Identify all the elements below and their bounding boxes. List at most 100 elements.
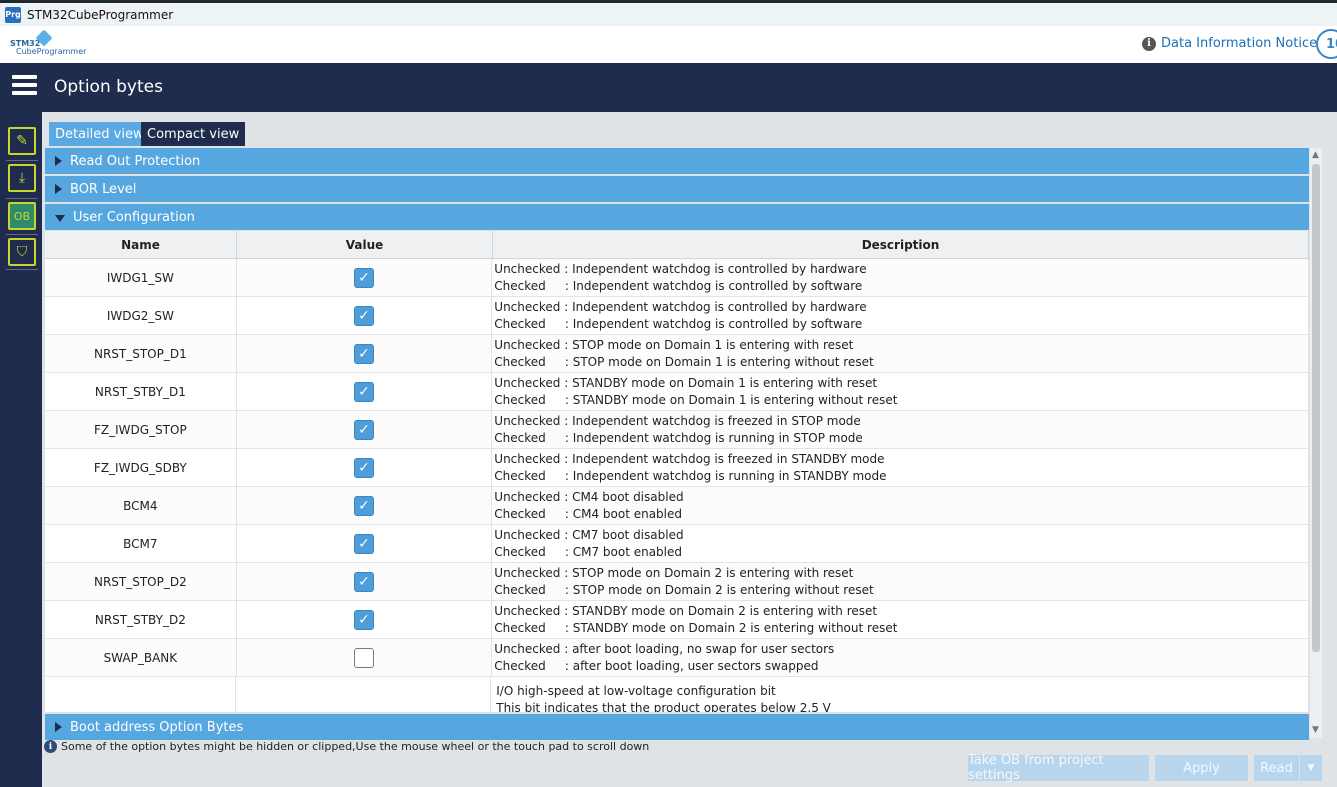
option-description: Unchecked : Independent watchdog is free…	[492, 411, 1309, 448]
option-checkbox[interactable]: ✓	[354, 571, 374, 592]
option-checkbox[interactable]: ✓	[354, 381, 374, 402]
read-button[interactable]: Read	[1254, 755, 1299, 781]
checkmark-icon: ✓	[358, 383, 370, 400]
value-cell: ✓	[237, 449, 493, 486]
take-ob-from-project-settings-button[interactable]: Take OB from project settings	[968, 753, 1149, 783]
logo-text-cubeprogrammer: CubeProgrammer	[16, 47, 87, 56]
window-title: STM32CubeProgrammer	[27, 7, 174, 22]
hamburger-menu-icon[interactable]	[12, 75, 37, 97]
description-line-checked: This bit indicates that the product oper…	[496, 701, 831, 712]
value-cell: ✓	[237, 335, 493, 372]
option-name: IWDG2_SW	[45, 297, 237, 334]
option-name: BCM4	[45, 487, 237, 524]
description-line-unchecked: Unchecked : STANDBY mode on Domain 2 is …	[494, 603, 878, 618]
value-cell: ✓	[237, 563, 493, 600]
section-label: BOR Level	[70, 181, 137, 197]
checkmark-icon: ✓	[358, 497, 370, 514]
description-line-checked: Checked : STOP mode on Domain 1 is enter…	[494, 354, 874, 369]
option-checkbox[interactable]: ✓	[354, 267, 374, 288]
option-checkbox[interactable]: ✓	[354, 305, 374, 326]
value-cell: ✓	[237, 411, 493, 448]
option-name: NRST_STOP_D1	[45, 335, 237, 372]
description-line-checked: Checked : Independent watchdog is contro…	[494, 278, 863, 293]
scroll-hint: i Some of the option bytes might be hidd…	[44, 740, 649, 753]
table-row: NRST_STBY_D2 ✓ Unchecked : STANDBY mode on…	[45, 601, 1309, 639]
scroll-down-icon[interactable]: ▼	[1312, 725, 1319, 735]
sidebar-divider	[6, 269, 38, 270]
checkmark-icon: ✓	[358, 573, 370, 590]
description-line-unchecked: I/O high-speed at low-voltage configurat…	[496, 684, 776, 698]
description-line-checked: Checked : STANDBY mode on Domain 1 is en…	[494, 392, 898, 407]
value-cell	[236, 677, 492, 712]
left-sidebar: ✎ ⤓ OB ⛉	[0, 112, 42, 787]
description-line-checked: Checked : Independent watchdog is runnin…	[494, 468, 887, 483]
option-description: Unchecked : STANDBY mode on Domain 1 is …	[492, 373, 1309, 410]
value-cell: ✓	[237, 487, 493, 524]
option-description: Unchecked : Independent watchdog is cont…	[492, 297, 1309, 334]
checkmark-icon: ✓	[358, 307, 370, 324]
apply-button[interactable]: Apply	[1155, 755, 1248, 781]
option-bytes-icon[interactable]: OB	[8, 202, 36, 230]
expand-arrow-icon	[55, 156, 62, 166]
option-description: Unchecked : STOP mode on Domain 1 is ent…	[492, 335, 1309, 372]
option-checkbox[interactable]	[354, 647, 374, 668]
section-bor-level[interactable]: BOR Level	[45, 176, 1309, 202]
option-checkbox[interactable]: ✓	[354, 419, 374, 440]
tab-compact-view[interactable]: Compact view	[141, 122, 246, 146]
scroll-up-icon[interactable]: ▲	[1312, 150, 1319, 160]
sidebar-divider	[6, 234, 38, 235]
anniversary-badge: 10	[1316, 29, 1337, 59]
scroll-hint-text: Some of the option bytes might be hidden…	[61, 740, 650, 753]
table-row: NRST_STOP_D2 ✓ Unchecked : STOP mode on Do…	[45, 563, 1309, 601]
description-line-unchecked: Unchecked : STANDBY mode on Domain 1 is …	[494, 375, 878, 390]
page-header: Option bytes	[0, 63, 1337, 112]
description-line-unchecked: Unchecked : Independent watchdog is cont…	[494, 261, 867, 276]
section-boot-address-option-bytes[interactable]: Boot address Option Bytes	[45, 714, 1309, 740]
option-name: NRST_STOP_D2	[45, 563, 237, 600]
scrollbar-thumb[interactable]	[1312, 164, 1320, 652]
table-row: SWAP_BANK Unchecked : after boot loading,…	[45, 639, 1309, 677]
table-row: IWDG1_SW ✓ Unchecked : Independent watchdo…	[45, 259, 1309, 297]
option-checkbox[interactable]: ✓	[354, 609, 374, 630]
column-header-value: Value	[237, 231, 493, 258]
description-line-unchecked: Unchecked : Independent watchdog is cont…	[494, 299, 867, 314]
description-line-unchecked: Unchecked : after boot loading, no swap …	[494, 641, 835, 656]
section-label: Read Out Protection	[70, 153, 201, 169]
option-name: IWDG1_SW	[45, 259, 237, 296]
table-row: NRST_STOP_D1 ✓ Unchecked : STOP mode on Do…	[45, 335, 1309, 373]
edit-icon[interactable]: ✎	[8, 127, 36, 155]
download-icon[interactable]: ⤓	[8, 164, 36, 192]
description-line-checked: Checked : STANDBY mode on Domain 2 is en…	[494, 620, 898, 635]
option-name: SWAP_BANK	[45, 639, 237, 676]
option-checkbox[interactable]: ✓	[354, 457, 374, 478]
value-cell: ✓	[237, 525, 493, 562]
checkmark-icon: ✓	[358, 535, 370, 552]
data-information-notice-link[interactable]: i Data Information Notice	[1142, 36, 1317, 51]
window-titlebar: Prg STM32CubeProgrammer	[0, 0, 1337, 26]
expand-arrow-icon	[55, 184, 62, 194]
table-row: IWDG2_SW ✓ Unchecked : Independent watchdo…	[45, 297, 1309, 335]
option-checkbox[interactable]: ✓	[354, 495, 374, 516]
table-body: IWDG1_SW ✓ Unchecked : Independent watchdo…	[45, 259, 1309, 712]
user-configuration-table: Name Value Description IWDG1_SW ✓ Unchecke…	[45, 231, 1309, 712]
checkmark-icon: ✓	[358, 421, 370, 438]
security-shield-icon[interactable]: ⛉	[8, 238, 36, 266]
column-header-description: Description	[493, 231, 1309, 258]
expand-arrow-icon	[55, 722, 62, 732]
section-label: User Configuration	[73, 209, 195, 225]
checkmark-icon: ✓	[358, 269, 370, 286]
section-user-configuration[interactable]: User Configuration	[45, 204, 1309, 230]
tab-detailed-view[interactable]: Detailed view	[49, 122, 150, 146]
description-line-unchecked: Unchecked : CM4 boot disabled	[494, 489, 684, 504]
option-checkbox[interactable]: ✓	[354, 533, 374, 554]
read-dropdown-chevron-icon[interactable]: ▼	[1300, 755, 1322, 781]
section-read-out-protection[interactable]: Read Out Protection	[45, 148, 1309, 174]
option-description: Unchecked : CM4 boot disabled Checked : C…	[492, 487, 1309, 524]
option-name: FZ_IWDG_STOP	[45, 411, 237, 448]
option-bytes-panel: Detailed view Compact view Read Out Prot…	[42, 112, 1337, 787]
option-checkbox[interactable]: ✓	[354, 343, 374, 364]
description-line-unchecked: Unchecked : STOP mode on Domain 2 is ent…	[494, 565, 854, 580]
value-cell	[237, 639, 493, 676]
option-name: FZ_IWDG_SDBY	[45, 449, 237, 486]
value-cell: ✓	[237, 373, 493, 410]
